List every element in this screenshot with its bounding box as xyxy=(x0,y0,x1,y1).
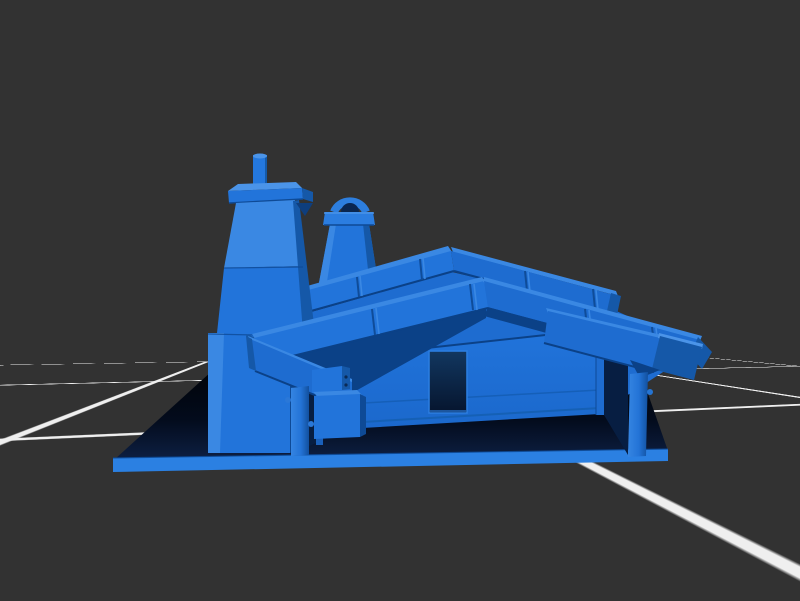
door xyxy=(429,351,467,413)
3d-viewport[interactable] xyxy=(0,0,800,601)
house-model xyxy=(0,0,800,601)
